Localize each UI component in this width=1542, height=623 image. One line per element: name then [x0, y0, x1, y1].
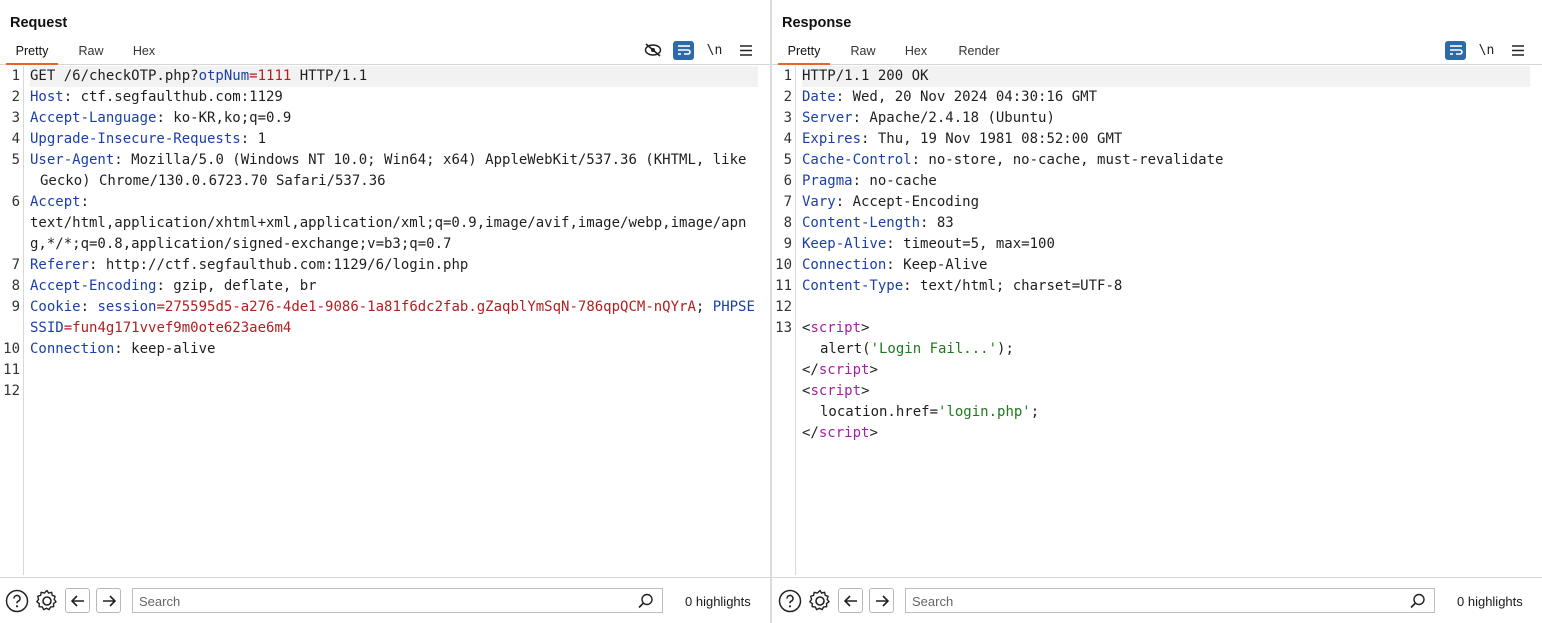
response-title: Response: [782, 15, 852, 31]
response-search-box: [905, 588, 1435, 613]
code-line-continuation: </script>: [802, 425, 878, 441]
request-search-box: [132, 588, 663, 613]
settings-gear-icon[interactable]: [808, 589, 832, 613]
response-bottom-bar: 0 highlights: [772, 577, 1542, 623]
response-pane: Response Pretty Raw Hex Render \n 1 HTTP/…: [772, 0, 1542, 623]
request-title: Request: [10, 15, 68, 31]
wrap-lines-icon[interactable]: [1445, 40, 1466, 60]
wrap-lines-icon[interactable]: [673, 40, 694, 60]
request-search-input[interactable]: [139, 592, 619, 610]
response-tab-raw[interactable]: Raw: [844, 44, 882, 65]
response-tab-pretty[interactable]: Pretty: [778, 44, 830, 65]
code-line-continuation: alert('Login Fail...');: [820, 341, 1014, 357]
request-highlights-count: 0 highlights: [685, 594, 751, 609]
request-tab-raw[interactable]: Raw: [72, 44, 110, 65]
request-code: 1 GET /6/checkOTP.php?otpNum=1111 HTTP/1.…: [3, 66, 758, 402]
code-line: 10 Connection: keep-alive: [3, 341, 216, 357]
request-editor[interactable]: 1 GET /6/checkOTP.php?otpNum=1111 HTTP/1.…: [0, 66, 770, 575]
response-tool-icons: \n: [1445, 40, 1528, 60]
request-tool-icons: \n: [642, 40, 756, 60]
code-line: 8 Content-Length: 83: [783, 215, 954, 231]
previous-match-button[interactable]: [65, 588, 90, 613]
code-line: 4 Expires: Thu, 19 Nov 1981 08:52:00 GMT: [783, 131, 1123, 147]
code-line: 3 Accept-Language: ko-KR,ko;q=0.9: [11, 110, 292, 126]
show-newlines-icon[interactable]: \n: [704, 41, 725, 60]
response-tabs: Pretty Raw Hex Render: [772, 40, 1542, 65]
code-line: 11 Content-Type: text/html; charset=UTF-8: [775, 278, 1123, 294]
code-line: 11: [3, 362, 20, 378]
code-line-continuation: location.href='login.php';: [820, 404, 1040, 420]
help-icon[interactable]: [778, 589, 802, 613]
previous-match-button[interactable]: [838, 588, 863, 613]
request-pane: Request Pretty Raw Hex \n 1 GET /6/checkO…: [0, 0, 770, 623]
code-line: 9 Cookie: session=275595d5-a276-4de1-9086…: [11, 299, 755, 336]
code-line: 8 Accept-Encoding: gzip, deflate, br: [11, 278, 317, 294]
code-line: 6 Accept:: [11, 194, 90, 210]
code-line: 4 Upgrade-Insecure-Requests: 1: [11, 131, 267, 147]
menu-icon[interactable]: [735, 41, 756, 60]
response-editor[interactable]: 1 HTTP/1.1 200 OK 2 Date: Wed, 20 Nov 2024…: [772, 66, 1542, 575]
code-line: 3 Server: Apache/2.4.18 (Ubuntu): [783, 110, 1055, 126]
request-tab-pretty[interactable]: Pretty: [6, 44, 58, 65]
code-line: 6 Pragma: no-cache: [783, 173, 937, 189]
code-line: 1 HTTP/1.1 200 OK: [784, 66, 1530, 87]
code-line: 2 Date: Wed, 20 Nov 2024 04:30:16 GMT: [783, 89, 1098, 105]
response-code: 1 HTTP/1.1 200 OK 2 Date: Wed, 20 Nov 2024…: [775, 66, 1530, 444]
help-icon[interactable]: [5, 589, 29, 613]
show-newlines-icon[interactable]: \n: [1476, 41, 1497, 60]
response-tab-hex[interactable]: Hex: [898, 44, 934, 65]
code-line: 13 <script>: [775, 320, 870, 336]
response-search-input[interactable]: [912, 592, 1392, 610]
response-tab-render[interactable]: Render: [952, 44, 1006, 65]
code-line-continuation: <script>: [802, 383, 870, 399]
next-match-button[interactable]: [869, 588, 894, 613]
code-line: 1 GET /6/checkOTP.php?otpNum=1111 HTTP/1.…: [12, 66, 758, 87]
code-line: 2 Host: ctf.segfaulthub.com:1129: [11, 89, 283, 105]
code-line: 5 Cache-Control: no-store, no-cache, must…: [783, 152, 1224, 168]
next-match-button[interactable]: [96, 588, 121, 613]
code-line: 10 Connection: Keep-Alive: [775, 257, 988, 273]
code-line: 5 User-Agent: Mozilla/5.0 (Windows NT 10.…: [11, 152, 755, 189]
search-icon: [638, 593, 653, 609]
code-line: 12: [775, 299, 792, 315]
search-icon: [1410, 593, 1425, 609]
code-line-continuation: text/html,application/xhtml+xml,applicat…: [30, 215, 747, 252]
settings-gear-icon[interactable]: [35, 589, 59, 613]
code-line: 7 Vary: Accept-Encoding: [783, 194, 980, 210]
request-tab-hex[interactable]: Hex: [126, 44, 162, 65]
response-highlights-count: 0 highlights: [1457, 594, 1523, 609]
code-line: 9 Keep-Alive: timeout=5, max=100: [783, 236, 1055, 252]
code-line: 7 Referer: http://ctf.segfaulthub.com:112…: [11, 257, 469, 273]
code-line-continuation: </script>: [802, 362, 878, 378]
code-line: 12: [3, 383, 20, 399]
request-bottom-bar: 0 highlights: [0, 577, 770, 623]
menu-icon[interactable]: [1507, 41, 1528, 60]
hide-nonprintable-icon[interactable]: [642, 41, 663, 60]
